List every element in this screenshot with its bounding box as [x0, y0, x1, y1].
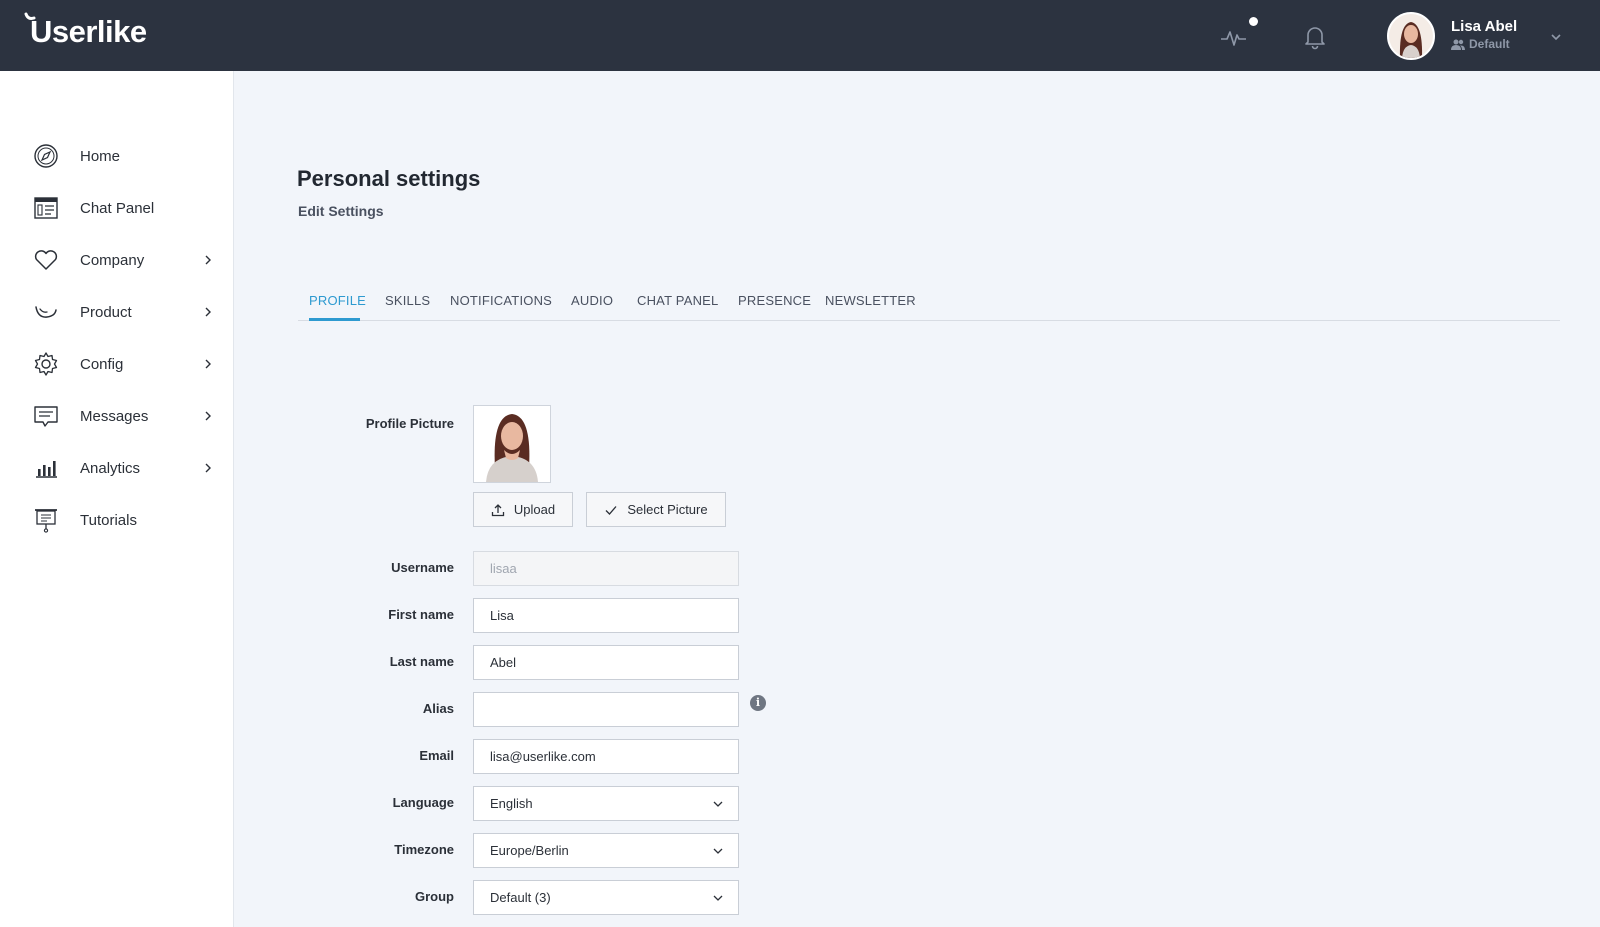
sidebar-item-label: Tutorials	[80, 511, 137, 529]
group-value: Default (3)	[490, 890, 551, 905]
email-field[interactable]: lisa@userlike.com	[473, 739, 739, 774]
sidebar-item-tutorials[interactable]: Tutorials	[0, 498, 233, 542]
username-field: lisaa	[473, 551, 739, 586]
info-icon[interactable]: i	[750, 695, 766, 711]
chevron-down-icon	[713, 801, 723, 807]
check-icon	[605, 505, 617, 515]
compass-icon	[34, 144, 58, 168]
sidebar-item-label: Company	[80, 251, 145, 269]
bell-icon[interactable]	[1300, 22, 1330, 52]
alias-field[interactable]	[473, 692, 739, 727]
upload-icon	[491, 503, 505, 516]
username-value: lisaa	[490, 561, 517, 576]
page-subtitle: Edit Settings	[298, 203, 384, 219]
tab-skills[interactable]: SKILLS	[385, 293, 430, 308]
first-name-value: Lisa	[490, 608, 514, 623]
top-bar: Userlike Lisa Abel Default	[0, 0, 1600, 71]
group-icon	[1451, 39, 1465, 50]
sidebar-item-label: Home	[80, 147, 121, 165]
first-name-label: First name	[388, 607, 454, 622]
sidebar: Home Chat Panel Company Product Config M…	[0, 71, 234, 927]
sidebar-item-label: Product	[80, 303, 132, 321]
tab-notifications[interactable]: NOTIFICATIONS	[450, 293, 552, 308]
tab-chat-panel[interactable]: CHAT PANEL	[637, 293, 718, 308]
sidebar-item-label: Analytics	[80, 459, 141, 477]
activity-pulse-icon[interactable]	[1219, 22, 1249, 52]
active-tab-indicator	[309, 318, 360, 321]
group-select[interactable]: Default (3)	[473, 880, 739, 915]
sidebar-item-chat-panel[interactable]: Chat Panel	[0, 186, 233, 230]
profile-picture-label: Profile Picture	[365, 416, 454, 431]
tab-profile[interactable]: PROFILE	[309, 293, 366, 308]
timezone-value: Europe/Berlin	[490, 843, 569, 858]
gear-icon	[34, 352, 58, 376]
username-label: Username	[391, 560, 454, 575]
page-title: Personal settings	[297, 166, 481, 191]
tab-newsletter[interactable]: NEWSLETTER	[825, 293, 916, 308]
timezone-select[interactable]: Europe/Berlin	[473, 833, 739, 868]
profile-picture	[473, 405, 551, 483]
tab-presence[interactable]: PRESENCE	[738, 293, 811, 308]
alias-label: Alias	[422, 701, 454, 716]
language-value: English	[490, 796, 533, 811]
chevron-down-icon	[713, 895, 723, 901]
upload-button[interactable]: Upload	[473, 492, 573, 527]
chevron-right-icon	[205, 463, 211, 473]
language-select[interactable]: English	[473, 786, 739, 821]
sidebar-item-product[interactable]: Product	[0, 290, 233, 334]
chevron-right-icon	[205, 307, 211, 317]
sidebar-item-label: Messages	[80, 407, 149, 425]
sidebar-item-company[interactable]: Company	[0, 238, 233, 282]
last-name-field[interactable]: Abel	[473, 645, 739, 680]
chevron-right-icon	[205, 255, 211, 265]
userlike-logo[interactable]: Userlike	[24, 12, 147, 50]
first-name-field[interactable]: Lisa	[473, 598, 739, 633]
product-icon	[35, 306, 57, 318]
language-label: Language	[392, 795, 454, 810]
chevron-down-icon[interactable]	[1549, 30, 1563, 44]
presentation-icon	[35, 509, 57, 533]
message-icon	[34, 406, 58, 427]
sidebar-item-config[interactable]: Config	[0, 342, 233, 386]
user-role: Default	[1451, 37, 1510, 51]
chevron-down-icon	[713, 848, 723, 854]
sidebar-item-label: Config	[80, 355, 124, 373]
user-avatar[interactable]	[1387, 12, 1435, 60]
settings-tabs: PROFILE SKILLS NOTIFICATIONS AUDIO CHAT …	[298, 283, 1560, 321]
avatar-photo	[1389, 14, 1433, 58]
profile-photo	[474, 406, 550, 482]
last-name-value: Abel	[490, 655, 517, 670]
sidebar-item-home[interactable]: Home	[0, 134, 233, 178]
user-name: Lisa Abel	[1451, 18, 1518, 35]
select-picture-button[interactable]: Select Picture	[586, 492, 726, 527]
timezone-label: Timezone	[394, 842, 454, 857]
sidebar-item-analytics[interactable]: Analytics	[0, 446, 233, 490]
email-label: Email	[419, 748, 454, 763]
upload-button-label: Upload	[513, 502, 556, 517]
main-content: Personal settings Edit Settings PROFILE …	[234, 71, 1600, 927]
chevron-right-icon	[205, 411, 211, 421]
logo-mark-icon	[24, 12, 36, 20]
heart-icon	[34, 250, 58, 270]
sidebar-item-label: Chat Panel	[80, 199, 155, 217]
email-value: lisa@userlike.com	[490, 749, 596, 764]
chat-panel-icon	[34, 197, 58, 219]
bar-chart-icon	[36, 461, 57, 478]
tab-audio[interactable]: AUDIO	[571, 293, 613, 308]
activity-indicator-dot	[1249, 17, 1258, 26]
last-name-label: Last name	[389, 654, 454, 669]
sidebar-item-messages[interactable]: Messages	[0, 394, 233, 438]
chevron-right-icon	[205, 359, 211, 369]
logo-text: Userlike	[30, 14, 147, 49]
group-label: Group	[415, 889, 454, 904]
user-role-label: Default	[1469, 37, 1510, 51]
select-picture-button-label: Select Picture	[627, 502, 708, 517]
